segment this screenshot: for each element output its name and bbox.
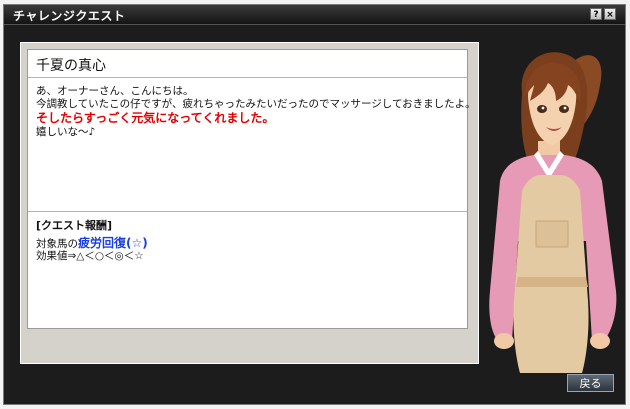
reward-title: [クエスト報酬]: [36, 219, 113, 232]
message-emphasis: そしたらすっごく元気になってくれました。: [36, 111, 275, 125]
back-button[interactable]: 戻る: [567, 374, 614, 392]
quest-panel: 千夏の真心 あ、オーナーさん、こんにちは。 今調教していたこの仔ですが、疲れちゃ…: [27, 49, 476, 329]
window-title: チャレンジクエスト: [13, 9, 126, 23]
reward-value-scale: 効果値⇒△＜○＜◎＜☆: [36, 250, 144, 262]
help-button[interactable]: ?: [590, 8, 602, 20]
title-bar: チャレンジクエスト ? ×: [4, 5, 625, 25]
message-closing: 嬉しいな～♪: [36, 126, 96, 138]
quest-title: 千夏の真心: [36, 58, 106, 74]
close-button[interactable]: ×: [604, 8, 616, 20]
quest-content-area: 千夏の真心 あ、オーナーさん、こんにちは。 今調教していたこの仔ですが、疲れちゃ…: [20, 42, 479, 364]
quest-message: あ、オーナーさん、こんにちは。 今調教していたこの仔ですが、疲れちゃったみたいだ…: [36, 85, 476, 139]
reward-section: [クエスト報酬] 対象馬の疲労回復(☆) 効果値⇒△＜○＜◎＜☆: [28, 211, 467, 329]
message-line: 今調教していたこの仔ですが、疲れちゃったみたいだったのでマッサージしておきました…: [36, 98, 476, 110]
challenge-quest-window: チャレンジクエスト ? × 千夏の真心 あ、オーナーさん、こんにちは。 今調教し…: [3, 4, 626, 405]
message-line: あ、オーナーさん、こんにちは。: [36, 85, 194, 97]
quest-heading: 千夏の真心: [28, 50, 467, 78]
character-portrait: [489, 52, 617, 373]
